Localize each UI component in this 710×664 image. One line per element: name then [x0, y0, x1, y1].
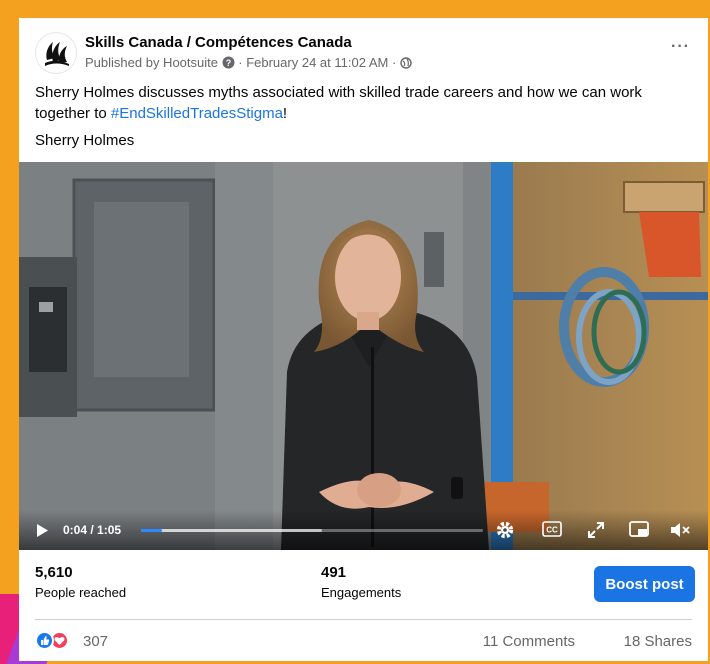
- buffered-bar: [141, 529, 323, 532]
- meta-separator: ·: [238, 55, 243, 70]
- post-card: Skills Canada / Compétences Canada Publi…: [19, 18, 708, 661]
- play-icon[interactable]: [35, 523, 49, 541]
- fullscreen-icon[interactable]: [587, 521, 605, 542]
- post-insights: 5,610 People reached 491 Engagements Boo…: [19, 550, 708, 618]
- people-reached-label: People reached: [35, 585, 127, 600]
- video-controls: 0:04 / 1:05 CC: [19, 510, 708, 550]
- engagements-label: Engagements: [321, 585, 402, 600]
- engagements-value: 491: [321, 564, 347, 581]
- reactions-bar: 307 11 Comments 18 Shares: [19, 620, 708, 661]
- svg-text:CC: CC: [546, 526, 558, 535]
- page-name[interactable]: Skills Canada / Compétences Canada: [85, 34, 352, 51]
- more-options-icon[interactable]: ···: [671, 38, 690, 56]
- page-logo[interactable]: [35, 32, 77, 74]
- reaction-count[interactable]: 307: [83, 633, 108, 650]
- captions-icon[interactable]: CC: [542, 521, 562, 540]
- picture-in-picture-icon[interactable]: [629, 521, 649, 541]
- shares-count[interactable]: 18 Shares: [624, 633, 692, 650]
- svg-text:?: ?: [225, 58, 231, 68]
- post-body-end: !: [282, 105, 288, 122]
- published-by: Published by Hootsuite: [85, 55, 218, 70]
- comments-count[interactable]: 11 Comments: [483, 633, 575, 650]
- video-time: 0:04 / 1:05: [63, 523, 122, 537]
- boost-post-button[interactable]: Boost post: [594, 566, 695, 602]
- hashtag-link[interactable]: #EndSkilledTradesStigma: [111, 105, 283, 122]
- people-reached-value: 5,610: [35, 564, 73, 581]
- post-name-line: Sherry Holmes: [35, 132, 135, 149]
- post-date[interactable]: February 24 at 11:02 AM: [246, 55, 388, 70]
- meta-separator-2: ·: [391, 55, 397, 70]
- video-player[interactable]: 0:04 / 1:05 CC: [19, 162, 708, 550]
- globe-icon: [400, 57, 412, 72]
- skills-canada-logo-icon: [45, 42, 69, 66]
- like-reaction-icon: [35, 631, 54, 650]
- played-bar: [141, 529, 162, 532]
- progress-bar[interactable]: [141, 529, 483, 532]
- post-meta: Published by Hootsuite ? · February 24 a…: [85, 55, 412, 72]
- post-header: Skills Canada / Compétences Canada Publi…: [19, 18, 708, 78]
- video-frame: [19, 162, 708, 550]
- help-icon[interactable]: ?: [222, 56, 235, 72]
- post-text: Sherry Holmes discusses myths associated…: [35, 82, 695, 124]
- mute-icon[interactable]: [669, 521, 691, 542]
- settings-icon[interactable]: [495, 520, 515, 543]
